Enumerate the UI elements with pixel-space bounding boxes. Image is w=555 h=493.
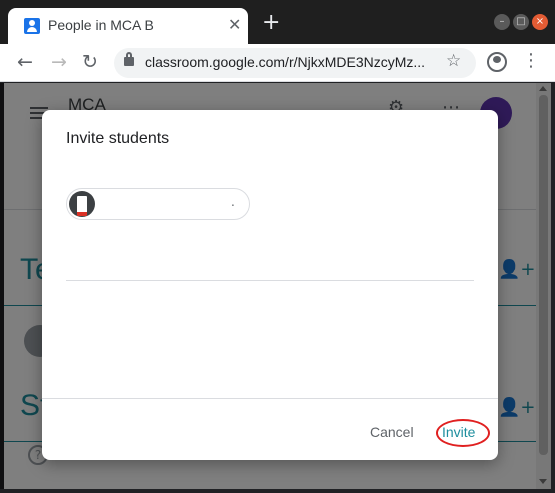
- forward-arrow-icon[interactable]: →: [48, 51, 70, 73]
- browser-titlebar: People in MCA B ✕ + – □ ×: [0, 0, 555, 44]
- close-window-button[interactable]: ×: [532, 14, 548, 30]
- lock-icon[interactable]: [124, 52, 134, 66]
- invite-input-underline[interactable]: [66, 280, 474, 281]
- dialog-footer-divider: [42, 398, 498, 399]
- tab-close-icon[interactable]: ✕: [228, 16, 241, 34]
- reload-icon[interactable]: ↻: [79, 51, 101, 73]
- tab-title: People in MCA B: [48, 17, 154, 33]
- new-tab-button[interactable]: +: [262, 12, 280, 34]
- star-icon[interactable]: ☆: [446, 51, 461, 71]
- cancel-button[interactable]: Cancel: [370, 424, 414, 440]
- browser-toolbar: ← → ↻ classroom.google.com/r/NjkxMDE3Nzc…: [0, 44, 555, 82]
- browser-tab[interactable]: People in MCA B ✕: [8, 8, 248, 44]
- dialog-title: Invite students: [66, 130, 170, 147]
- invite-highlight-annotation: [436, 419, 490, 447]
- invite-students-dialog: Invite students . Cancel Invite: [42, 110, 498, 460]
- back-arrow-icon[interactable]: ←: [14, 51, 36, 73]
- minimize-window-button[interactable]: –: [494, 14, 510, 30]
- kebab-menu-icon[interactable]: ⋮: [522, 50, 540, 72]
- invitee-suffix: .: [231, 195, 235, 209]
- url-text[interactable]: classroom.google.com/r/NjkxMDE3NzcyMz...: [145, 54, 435, 70]
- classroom-favicon-icon: [24, 18, 40, 34]
- invitee-avatar: [69, 191, 95, 217]
- invitee-chip[interactable]: .: [66, 188, 250, 220]
- maximize-window-button[interactable]: □: [513, 14, 529, 30]
- address-bar[interactable]: classroom.google.com/r/NjkxMDE3NzcyMz...…: [114, 48, 476, 78]
- profile-icon[interactable]: [487, 52, 507, 72]
